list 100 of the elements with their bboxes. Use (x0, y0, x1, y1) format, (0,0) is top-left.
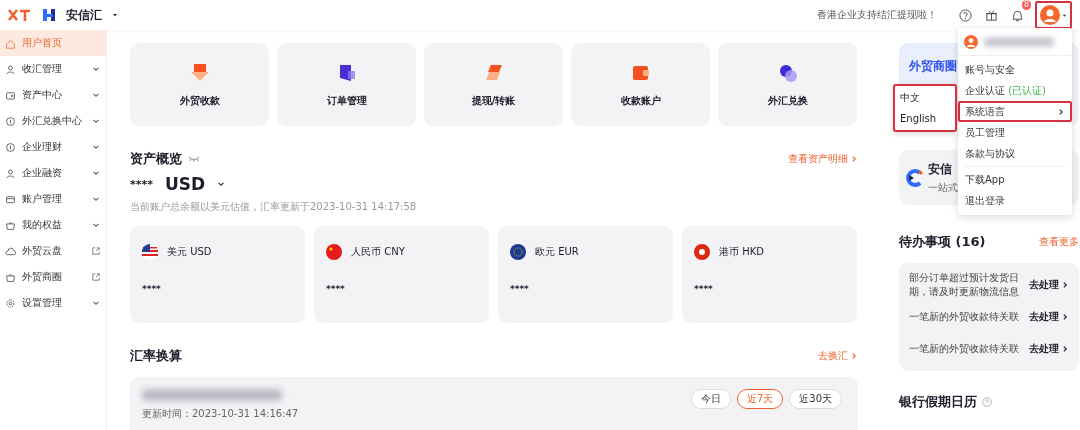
sidebar-item[interactable]: 账户管理 (0, 186, 106, 212)
chevron-icon (92, 195, 100, 203)
sidebar-item[interactable]: 外贸云盘 (0, 238, 106, 264)
menu-item-label: 条款与协议 (965, 146, 1015, 161)
caret-icon (112, 12, 118, 18)
chevron-right-icon (1061, 313, 1069, 321)
wallet-icon (5, 89, 16, 101)
quick-action-label: 订单管理 (326, 93, 367, 108)
cloud-icon (5, 245, 16, 257)
period-tab[interactable]: 近30天 (789, 389, 842, 409)
brand-name[interactable]: 安信汇 (66, 6, 102, 24)
chevron-right-icon (1057, 107, 1065, 116)
sidebar-item[interactable]: 外汇兑换中心 (0, 108, 106, 134)
handle-link[interactable]: 去处理 (1029, 278, 1069, 292)
currency-card[interactable]: 人民币 CNY **** (314, 226, 489, 323)
sidebar-item[interactable]: 外贸商圈 (0, 264, 106, 290)
quick-action-card[interactable]: 提现/转账 (424, 43, 563, 126)
sidebar-item[interactable]: 企业理财 (0, 134, 106, 160)
xt-logo-icon (8, 9, 32, 21)
currency-card[interactable]: 港币 HKD **** (682, 226, 857, 323)
gift-icon (5, 219, 16, 231)
handle-link[interactable]: 去处理 (1029, 342, 1069, 356)
us-flag-icon (142, 244, 158, 260)
menu-item[interactable]: 下载App (958, 169, 1072, 190)
quick-action-label: 收款账户 (620, 93, 661, 108)
c-logo-icon (905, 168, 923, 187)
external-link-icon (92, 273, 100, 281)
chevron-right-icon (850, 352, 858, 360)
currency-card[interactable]: 欧元 EUR **** (498, 226, 673, 323)
promo-card-title: 安信 (928, 160, 953, 178)
coin-icon (5, 141, 16, 153)
chevron-right-icon (1061, 281, 1069, 289)
chevron-icon (92, 169, 100, 177)
help-icon[interactable] (957, 7, 973, 23)
quick-action-card[interactable]: 收款账户 (571, 43, 710, 126)
user-icon (5, 63, 16, 75)
language-option[interactable]: 中文 (895, 88, 955, 108)
avatar-icon (1040, 5, 1060, 25)
gear-icon (5, 297, 16, 309)
menu-item[interactable]: 企业认证 (已认证) (958, 80, 1072, 101)
currency-name: 欧元 EUR (535, 245, 579, 259)
language-option[interactable]: English (895, 108, 955, 128)
holiday-title: 银行假期日历 (899, 393, 977, 411)
currency-card[interactable]: 美元 USD **** (130, 226, 305, 323)
eu-flag-icon (510, 244, 526, 260)
notification-badge: 8 (1021, 0, 1031, 10)
masked-balance: **** (130, 177, 153, 191)
masked-amount: **** (326, 284, 346, 294)
sidebar-item[interactable]: 收汇管理 (0, 56, 106, 82)
currency-name: 港币 HKD (719, 245, 764, 259)
sidebar-item[interactable]: 我的权益 (0, 212, 106, 238)
coin-icon (5, 115, 16, 127)
currency-name: 美元 USD (167, 245, 212, 259)
caret-icon (1062, 12, 1067, 18)
menu-item[interactable]: 员工管理 (958, 122, 1072, 143)
masked-amount: **** (142, 284, 162, 294)
menu-item-label: 下载App (965, 172, 1005, 187)
chevron-icon (92, 65, 100, 73)
menu-item-label: 企业认证 (已认证) (965, 83, 1046, 98)
currency-name: 人民币 CNY (351, 245, 405, 259)
chevron-right-icon (1061, 345, 1069, 353)
period-tab[interactable]: 今日 (690, 389, 731, 409)
blurred-username (984, 38, 1054, 46)
quick-action-card[interactable]: 外贸收款 (130, 43, 269, 126)
bell-icon[interactable] (1010, 8, 1024, 22)
menu-item[interactable]: 条款与协议 (958, 143, 1072, 164)
chevron-icon (92, 299, 100, 307)
quick-action-label: 外汇兑换 (767, 93, 808, 108)
chevron-icon (92, 91, 100, 99)
currency-selector[interactable]: USD (165, 174, 206, 194)
menu-item-label: 退出登录 (965, 193, 1005, 208)
menu-item-label: 账号与安全 (965, 62, 1015, 77)
menu-item-label: 系统语言 (965, 104, 1005, 119)
external-link-icon (92, 247, 100, 255)
h-logo-icon (42, 8, 56, 22)
sidebar-item[interactable]: 资产中心 (0, 82, 106, 108)
menu-item-label: 员工管理 (965, 125, 1005, 140)
handle-link[interactable]: 去处理 (1029, 310, 1069, 324)
promo-card-caption: 一站式 (928, 180, 958, 195)
hidden-eye-icon[interactable] (188, 156, 200, 162)
balance-note: 当前账户总余额以美元估值，汇率更新于2023-10-31 14:17:58 (130, 200, 418, 214)
menu-item[interactable]: 账号与安全 (958, 59, 1072, 80)
section-title: 汇率换算 (130, 347, 182, 365)
quick-action-card[interactable]: 外汇兑换 (718, 43, 857, 126)
chevron-icon (92, 221, 100, 229)
sidebar-item[interactable]: 企业融资 (0, 160, 106, 186)
user-icon (5, 167, 16, 179)
china-flag-icon (326, 244, 342, 260)
home-icon (5, 37, 16, 49)
notice-text[interactable]: 香港企业支持结汇提现啦！ (817, 8, 937, 22)
quick-action-label: 外贸收款 (179, 93, 220, 108)
update-time: 更新时间：2023-10-31 14:16:47 (142, 407, 299, 421)
todo-text: 一笔新的外贸收款待关联 (909, 342, 1020, 356)
quick-action-card[interactable]: 订单管理 (277, 43, 416, 126)
menu-item[interactable]: 退出登录 (958, 190, 1072, 211)
menu-item[interactable]: 系统语言 (958, 101, 1072, 122)
chevron-right-icon (850, 155, 858, 163)
chevron-icon (217, 180, 226, 188)
sidebar-item[interactable]: 设置管理 (0, 290, 106, 316)
gift-icon (5, 271, 16, 283)
